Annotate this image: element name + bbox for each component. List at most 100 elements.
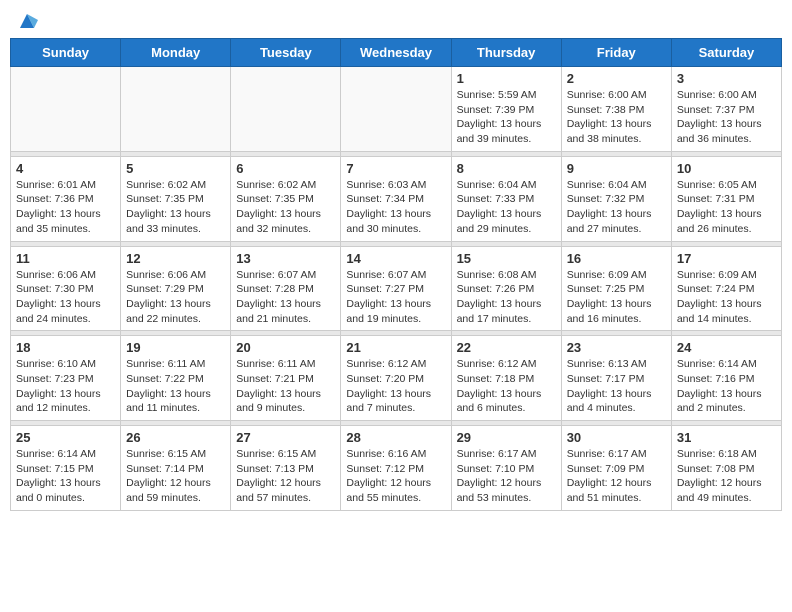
cell-info: Sunrise: 5:59 AM Sunset: 7:39 PM Dayligh… bbox=[457, 88, 556, 147]
calendar-cell: 13 Sunrise: 6:07 AM Sunset: 7:28 PM Dayli… bbox=[231, 246, 341, 331]
cell-info: Sunrise: 6:04 AM Sunset: 7:32 PM Dayligh… bbox=[567, 178, 666, 237]
cell-info: Sunrise: 6:14 AM Sunset: 7:15 PM Dayligh… bbox=[16, 447, 115, 506]
cell-date-number: 9 bbox=[567, 161, 666, 176]
calendar-cell: 24Sunrise: 6:14 AM Sunset: 7:16 PM Dayli… bbox=[671, 336, 781, 421]
calendar-cell: 19 Sunrise: 6:11 AM Sunset: 7:22 PM Dayli… bbox=[121, 336, 231, 421]
calendar-cell: 2 Sunrise: 6:00 AM Sunset: 7:38 PM Daylig… bbox=[561, 67, 671, 152]
calendar-cell: 8 Sunrise: 6:04 AM Sunset: 7:33 PM Daylig… bbox=[451, 156, 561, 241]
calendar-cell bbox=[231, 67, 341, 152]
calendar-cell: 10Sunrise: 6:05 AM Sunset: 7:31 PM Dayli… bbox=[671, 156, 781, 241]
weekday-header: Saturday bbox=[671, 39, 781, 67]
calendar-cell: 23Sunrise: 6:13 AM Sunset: 7:17 PM Dayli… bbox=[561, 336, 671, 421]
cell-info: Sunrise: 6:00 AM Sunset: 7:38 PM Dayligh… bbox=[567, 88, 666, 147]
calendar-cell bbox=[341, 67, 451, 152]
weekday-header: Sunday bbox=[11, 39, 121, 67]
calendar-cell: 6Sunrise: 6:02 AM Sunset: 7:35 PM Daylig… bbox=[231, 156, 341, 241]
cell-info: Sunrise: 6:14 AM Sunset: 7:16 PM Dayligh… bbox=[677, 357, 776, 416]
calendar-cell: 30 Sunrise: 6:17 AM Sunset: 7:09 PM Dayli… bbox=[561, 426, 671, 511]
calendar-cell: 28Sunrise: 6:16 AM Sunset: 7:12 PM Dayli… bbox=[341, 426, 451, 511]
calendar-cell: 5 Sunrise: 6:02 AM Sunset: 7:35 PM Daylig… bbox=[121, 156, 231, 241]
cell-date-number: 3 bbox=[677, 71, 776, 86]
weekday-header: Tuesday bbox=[231, 39, 341, 67]
calendar-cell: 11Sunrise: 6:06 AM Sunset: 7:30 PM Dayli… bbox=[11, 246, 121, 331]
calendar-table: SundayMondayTuesdayWednesdayThursdayFrid… bbox=[10, 38, 782, 511]
cell-date-number: 15 bbox=[457, 251, 556, 266]
cell-date-number: 22 bbox=[457, 340, 556, 355]
cell-date-number: 21 bbox=[346, 340, 445, 355]
cell-date-number: 19 bbox=[126, 340, 225, 355]
calendar-cell: 15 Sunrise: 6:08 AM Sunset: 7:26 PM Dayli… bbox=[451, 246, 561, 331]
weekday-header: Thursday bbox=[451, 39, 561, 67]
calendar-cell: 14 Sunrise: 6:07 AM Sunset: 7:27 PM Dayli… bbox=[341, 246, 451, 331]
calendar-week-row: 18 Sunrise: 6:10 AM Sunset: 7:23 PM Dayli… bbox=[11, 336, 782, 421]
cell-info: Sunrise: 6:07 AM Sunset: 7:27 PM Dayligh… bbox=[346, 268, 445, 327]
weekday-header: Wednesday bbox=[341, 39, 451, 67]
calendar-cell: 17 Sunrise: 6:09 AM Sunset: 7:24 PM Dayli… bbox=[671, 246, 781, 331]
cell-date-number: 1 bbox=[457, 71, 556, 86]
cell-date-number: 5 bbox=[126, 161, 225, 176]
cell-info: Sunrise: 6:11 AM Sunset: 7:21 PM Dayligh… bbox=[236, 357, 335, 416]
cell-info: Sunrise: 6:00 AM Sunset: 7:37 PM Dayligh… bbox=[677, 88, 776, 147]
calendar-cell: 18 Sunrise: 6:10 AM Sunset: 7:23 PM Dayli… bbox=[11, 336, 121, 421]
calendar-cell bbox=[11, 67, 121, 152]
cell-info: Sunrise: 6:04 AM Sunset: 7:33 PM Dayligh… bbox=[457, 178, 556, 237]
calendar-cell: 29 Sunrise: 6:17 AM Sunset: 7:10 PM Dayli… bbox=[451, 426, 561, 511]
calendar-cell: 31 Sunrise: 6:18 AM Sunset: 7:08 PM Dayli… bbox=[671, 426, 781, 511]
logo bbox=[14, 10, 38, 30]
cell-date-number: 2 bbox=[567, 71, 666, 86]
calendar-week-row: 1 Sunrise: 5:59 AM Sunset: 7:39 PM Daylig… bbox=[11, 67, 782, 152]
cell-date-number: 26 bbox=[126, 430, 225, 445]
calendar-week-row: 25Sunrise: 6:14 AM Sunset: 7:15 PM Dayli… bbox=[11, 426, 782, 511]
cell-date-number: 29 bbox=[457, 430, 556, 445]
cell-info: Sunrise: 6:10 AM Sunset: 7:23 PM Dayligh… bbox=[16, 357, 115, 416]
calendar-cell: 22 Sunrise: 6:12 AM Sunset: 7:18 PM Dayli… bbox=[451, 336, 561, 421]
cell-date-number: 14 bbox=[346, 251, 445, 266]
cell-date-number: 8 bbox=[457, 161, 556, 176]
calendar-cell: 25Sunrise: 6:14 AM Sunset: 7:15 PM Dayli… bbox=[11, 426, 121, 511]
cell-info: Sunrise: 6:06 AM Sunset: 7:30 PM Dayligh… bbox=[16, 268, 115, 327]
cell-info: Sunrise: 6:07 AM Sunset: 7:28 PM Dayligh… bbox=[236, 268, 335, 327]
cell-date-number: 13 bbox=[236, 251, 335, 266]
calendar-cell bbox=[121, 67, 231, 152]
cell-info: Sunrise: 6:05 AM Sunset: 7:31 PM Dayligh… bbox=[677, 178, 776, 237]
calendar-cell: 7Sunrise: 6:03 AM Sunset: 7:34 PM Daylig… bbox=[341, 156, 451, 241]
calendar-week-row: 4 Sunrise: 6:01 AM Sunset: 7:36 PM Daylig… bbox=[11, 156, 782, 241]
page-header bbox=[10, 10, 782, 30]
cell-info: Sunrise: 6:18 AM Sunset: 7:08 PM Dayligh… bbox=[677, 447, 776, 506]
cell-info: Sunrise: 6:12 AM Sunset: 7:18 PM Dayligh… bbox=[457, 357, 556, 416]
cell-info: Sunrise: 6:15 AM Sunset: 7:14 PM Dayligh… bbox=[126, 447, 225, 506]
calendar-week-row: 11Sunrise: 6:06 AM Sunset: 7:30 PM Dayli… bbox=[11, 246, 782, 331]
cell-info: Sunrise: 6:11 AM Sunset: 7:22 PM Dayligh… bbox=[126, 357, 225, 416]
cell-date-number: 20 bbox=[236, 340, 335, 355]
cell-info: Sunrise: 6:09 AM Sunset: 7:24 PM Dayligh… bbox=[677, 268, 776, 327]
cell-info: Sunrise: 6:06 AM Sunset: 7:29 PM Dayligh… bbox=[126, 268, 225, 327]
weekday-header: Monday bbox=[121, 39, 231, 67]
cell-date-number: 18 bbox=[16, 340, 115, 355]
cell-info: Sunrise: 6:01 AM Sunset: 7:36 PM Dayligh… bbox=[16, 178, 115, 237]
cell-date-number: 17 bbox=[677, 251, 776, 266]
cell-date-number: 28 bbox=[346, 430, 445, 445]
cell-info: Sunrise: 6:17 AM Sunset: 7:09 PM Dayligh… bbox=[567, 447, 666, 506]
logo-icon bbox=[16, 10, 38, 32]
cell-info: Sunrise: 6:15 AM Sunset: 7:13 PM Dayligh… bbox=[236, 447, 335, 506]
calendar-cell: 27Sunrise: 6:15 AM Sunset: 7:13 PM Dayli… bbox=[231, 426, 341, 511]
cell-date-number: 7 bbox=[346, 161, 445, 176]
cell-date-number: 30 bbox=[567, 430, 666, 445]
calendar-cell: 12Sunrise: 6:06 AM Sunset: 7:29 PM Dayli… bbox=[121, 246, 231, 331]
cell-info: Sunrise: 6:02 AM Sunset: 7:35 PM Dayligh… bbox=[236, 178, 335, 237]
cell-info: Sunrise: 6:09 AM Sunset: 7:25 PM Dayligh… bbox=[567, 268, 666, 327]
calendar-cell: 21 Sunrise: 6:12 AM Sunset: 7:20 PM Dayli… bbox=[341, 336, 451, 421]
cell-info: Sunrise: 6:02 AM Sunset: 7:35 PM Dayligh… bbox=[126, 178, 225, 237]
cell-info: Sunrise: 6:17 AM Sunset: 7:10 PM Dayligh… bbox=[457, 447, 556, 506]
cell-info: Sunrise: 6:08 AM Sunset: 7:26 PM Dayligh… bbox=[457, 268, 556, 327]
cell-date-number: 4 bbox=[16, 161, 115, 176]
cell-info: Sunrise: 6:12 AM Sunset: 7:20 PM Dayligh… bbox=[346, 357, 445, 416]
calendar-cell: 20 Sunrise: 6:11 AM Sunset: 7:21 PM Dayli… bbox=[231, 336, 341, 421]
weekday-header: Friday bbox=[561, 39, 671, 67]
cell-date-number: 31 bbox=[677, 430, 776, 445]
cell-date-number: 23 bbox=[567, 340, 666, 355]
calendar-cell: 16Sunrise: 6:09 AM Sunset: 7:25 PM Dayli… bbox=[561, 246, 671, 331]
calendar-cell: 1 Sunrise: 5:59 AM Sunset: 7:39 PM Daylig… bbox=[451, 67, 561, 152]
calendar-cell: 9 Sunrise: 6:04 AM Sunset: 7:32 PM Daylig… bbox=[561, 156, 671, 241]
calendar-header-row: SundayMondayTuesdayWednesdayThursdayFrid… bbox=[11, 39, 782, 67]
